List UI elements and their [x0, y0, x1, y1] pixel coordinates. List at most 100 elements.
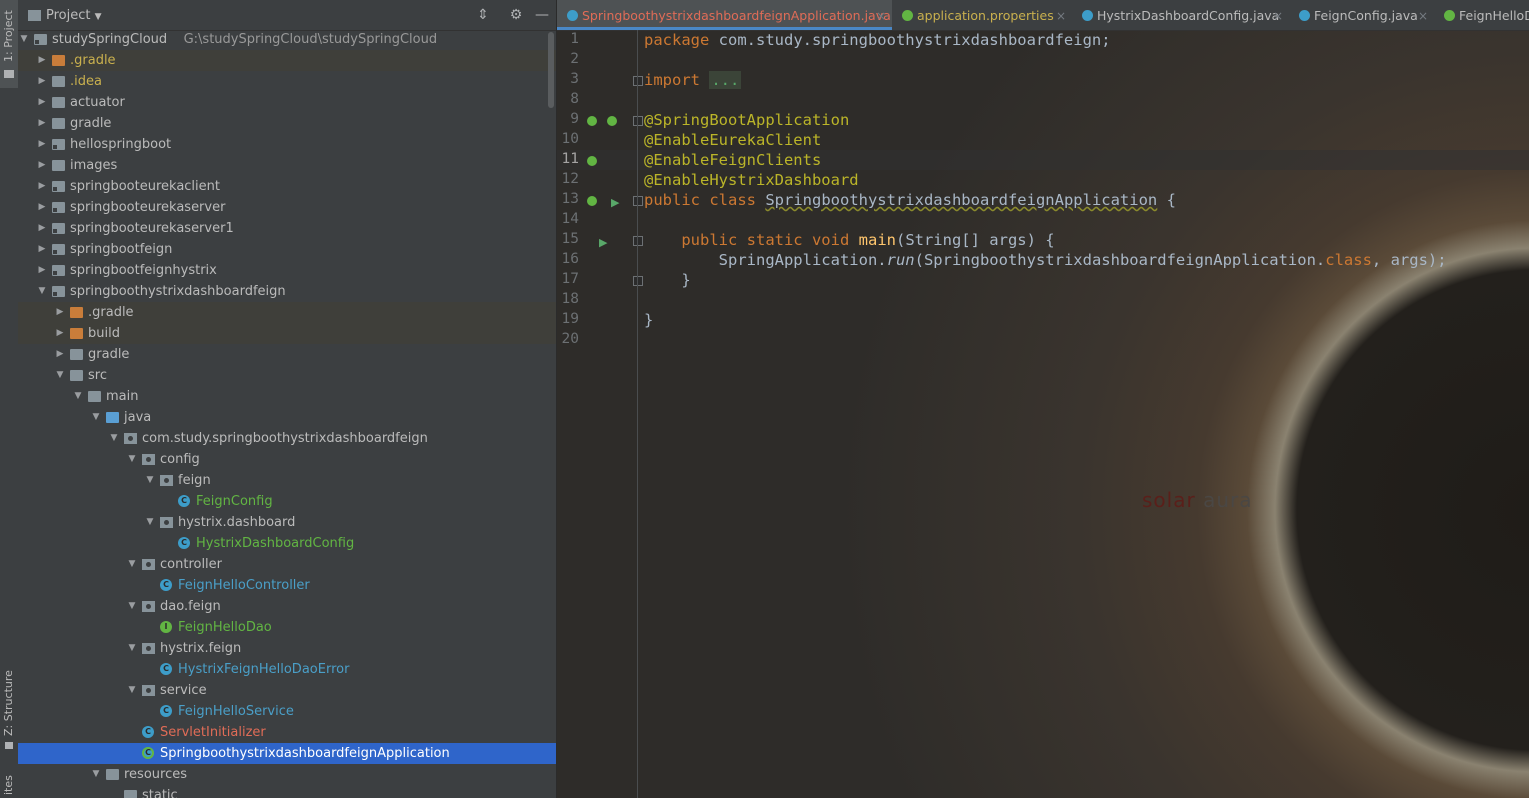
fold-marker-icon[interactable] — [633, 76, 643, 86]
expand-arrow-icon[interactable]: ▼ — [126, 449, 138, 470]
tree-item[interactable]: ▼ hystrix.feign — [18, 638, 556, 659]
tree-item[interactable]: ▼ springboothystrixdashboardfeign — [18, 281, 556, 302]
collapse-all-icon[interactable]: ⇕ — [474, 6, 492, 24]
run-icon[interactable]: ▶ — [599, 236, 607, 249]
expand-arrow-icon[interactable]: ▼ — [144, 512, 156, 533]
tree-item[interactable]: ▼ hystrix.dashboard — [18, 512, 556, 533]
tree-item[interactable]: ▼ main — [18, 386, 556, 407]
tree-item[interactable]: ▶ .gradle — [18, 50, 556, 71]
tree-item[interactable]: C HystrixDashboardConfig — [18, 533, 556, 554]
structure-tool-tab[interactable]: Z: Structure — [0, 670, 18, 750]
tree-item[interactable]: ▶ springbooteurekaserver1 — [18, 218, 556, 239]
tree-item[interactable]: C FeignHelloService — [18, 701, 556, 722]
class-icon: C — [160, 705, 172, 717]
close-icon[interactable]: × — [1418, 0, 1428, 32]
tree-item[interactable]: ▶ springbootfeignhystrix — [18, 260, 556, 281]
spring-icon[interactable] — [607, 116, 617, 126]
fold-marker-icon[interactable] — [633, 236, 643, 246]
tree-item[interactable]: C HystrixFeignHelloDaoError — [18, 659, 556, 680]
collapse-arrow-icon[interactable]: ▶ — [36, 113, 48, 134]
folder-icon — [4, 70, 14, 78]
favorites-tool-tab[interactable]: ites — [0, 775, 18, 798]
editor-tab[interactable]: FeignConfig.java × — [1289, 0, 1434, 30]
tree-item[interactable]: ▶ gradle — [18, 113, 556, 134]
collapse-arrow-icon[interactable]: ▶ — [36, 218, 48, 239]
collapse-arrow-icon[interactable]: ▶ — [36, 50, 48, 71]
tree-item[interactable]: ▼ com.study.springboothystrixdashboardfei… — [18, 428, 556, 449]
close-icon[interactable]: × — [1056, 0, 1066, 32]
tree-item[interactable]: ▶ build — [18, 323, 556, 344]
expand-arrow-icon[interactable]: ▼ — [126, 596, 138, 617]
tree-item[interactable]: ▼ service — [18, 680, 556, 701]
expand-arrow-icon[interactable]: ▼ — [108, 428, 120, 449]
collapse-arrow-icon[interactable]: ▶ — [36, 71, 48, 92]
tree-item[interactable]: ▼ studySpringCloud G:\studySpringCloud\stu… — [18, 29, 556, 50]
collapse-arrow-icon[interactable]: ▶ — [36, 197, 48, 218]
editor-tab[interactable]: SpringboothystrixdashboardfeignApplicati… — [557, 0, 892, 30]
tree-item[interactable]: C FeignConfig — [18, 491, 556, 512]
tree-item[interactable]: ▼ controller — [18, 554, 556, 575]
collapse-arrow-icon[interactable]: ▶ — [36, 155, 48, 176]
fold-marker-icon[interactable] — [633, 116, 643, 126]
code-line-1: package com.study.springboothystrixdashb… — [644, 30, 1111, 50]
tree-item[interactable]: C ServletInitializer — [18, 722, 556, 743]
tree-item[interactable]: ▶ springbooteurekaclient — [18, 176, 556, 197]
editor-tab[interactable]: FeignHelloD — [1434, 0, 1529, 30]
tree-item[interactable]: ▶ gradle — [18, 344, 556, 365]
tree-item[interactable]: ▶ .gradle — [18, 302, 556, 323]
tree-item[interactable]: I FeignHelloDao — [18, 617, 556, 638]
hide-icon[interactable]: — — [533, 6, 551, 24]
run-icon[interactable]: ▶ — [611, 196, 619, 209]
close-icon[interactable]: × — [1273, 0, 1283, 32]
tree-item[interactable]: static — [18, 785, 556, 798]
folded-imports[interactable]: ... — [709, 71, 742, 89]
tree-item[interactable]: ▼ resources — [18, 764, 556, 785]
tree-item-label: feign — [178, 473, 211, 488]
expand-arrow-icon[interactable]: ▼ — [18, 29, 30, 50]
editor-tab[interactable]: HystrixDashboardConfig.java × — [1072, 0, 1289, 30]
tree-item[interactable]: ▼ java — [18, 407, 556, 428]
tree-item[interactable]: ▼ config — [18, 449, 556, 470]
collapse-arrow-icon[interactable]: ▶ — [36, 92, 48, 113]
fold-marker-icon[interactable] — [633, 276, 643, 286]
gear-icon[interactable]: ⚙ — [507, 6, 525, 24]
project-tool-tab[interactable]: 1: Project — [0, 0, 18, 88]
tree-item[interactable]: ▶ hellospringboot — [18, 134, 556, 155]
expand-arrow-icon[interactable]: ▼ — [126, 554, 138, 575]
module-icon — [52, 139, 65, 150]
expand-arrow-icon[interactable]: ▼ — [72, 386, 84, 407]
bean-icon[interactable] — [587, 116, 597, 126]
close-icon[interactable]: × — [876, 0, 886, 32]
expand-arrow-icon[interactable]: ▼ — [126, 680, 138, 701]
tree-item[interactable]: ▶ images — [18, 155, 556, 176]
collapse-arrow-icon[interactable]: ▶ — [36, 260, 48, 281]
line-number: 9 — [570, 111, 579, 127]
tree-item[interactable]: ▶ springbooteurekaserver — [18, 197, 556, 218]
tree-scrollbar[interactable] — [548, 32, 554, 108]
tree-item[interactable]: ▶ .idea — [18, 71, 556, 92]
expand-arrow-icon[interactable]: ▼ — [54, 365, 66, 386]
expand-arrow-icon[interactable]: ▼ — [126, 638, 138, 659]
expand-arrow-icon[interactable]: ▼ — [144, 470, 156, 491]
tree-item[interactable]: C FeignHelloController — [18, 575, 556, 596]
project-view-selector[interactable]: Project ▼ — [46, 8, 102, 23]
expand-arrow-icon[interactable]: ▼ — [36, 281, 48, 302]
collapse-arrow-icon[interactable]: ▶ — [36, 239, 48, 260]
editor-tab[interactable]: application.properties × — [892, 0, 1072, 30]
expand-arrow-icon[interactable]: ▼ — [90, 764, 102, 785]
collapse-arrow-icon[interactable]: ▶ — [54, 323, 66, 344]
tree-item[interactable]: ▶ springbootfeign — [18, 239, 556, 260]
tree-item[interactable]: ▶ actuator — [18, 92, 556, 113]
expand-arrow-icon[interactable]: ▼ — [90, 407, 102, 428]
collapse-arrow-icon[interactable]: ▶ — [36, 134, 48, 155]
bean-icon[interactable] — [587, 156, 597, 166]
collapse-arrow-icon[interactable]: ▶ — [36, 176, 48, 197]
tree-item[interactable]: C SpringboothystrixdashboardfeignApplicat… — [18, 743, 556, 764]
tree-item[interactable]: ▼ feign — [18, 470, 556, 491]
bean-icon[interactable] — [587, 196, 597, 206]
tree-item[interactable]: ▼ dao.feign — [18, 596, 556, 617]
collapse-arrow-icon[interactable]: ▶ — [54, 302, 66, 323]
tree-item[interactable]: ▼ src — [18, 365, 556, 386]
collapse-arrow-icon[interactable]: ▶ — [54, 344, 66, 365]
fold-marker-icon[interactable] — [633, 196, 643, 206]
